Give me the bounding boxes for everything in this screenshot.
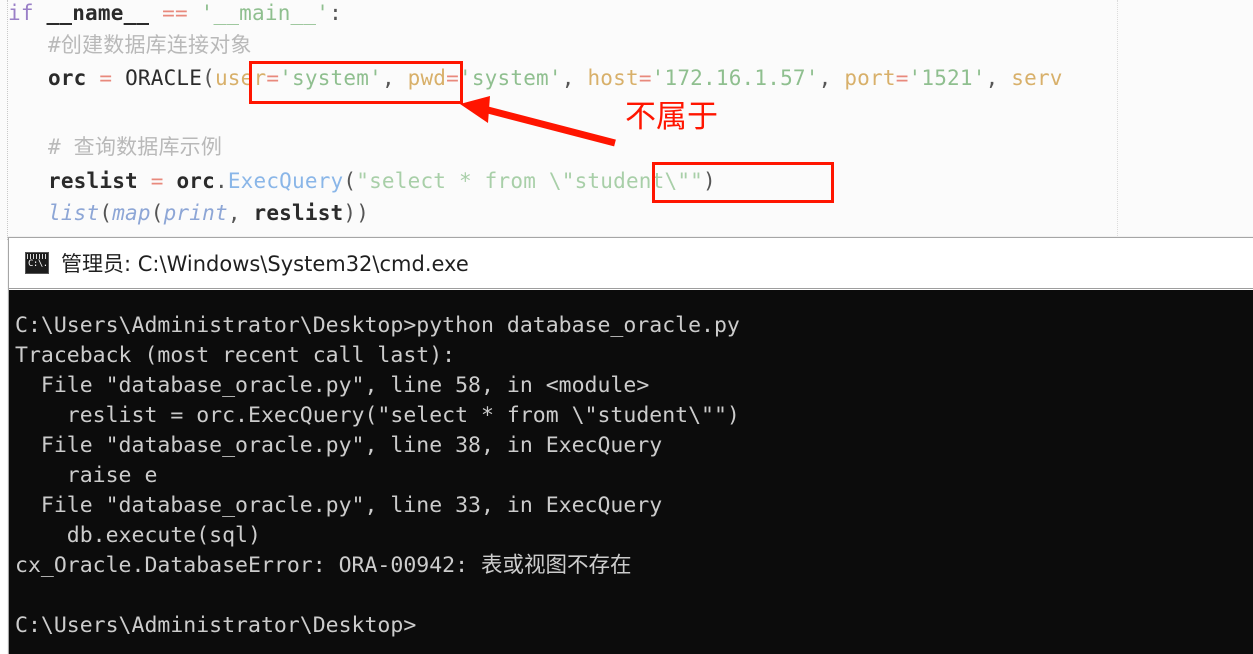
code-token: __name__	[46, 1, 150, 25]
code-token: reslist	[48, 169, 138, 193]
code-token: =	[446, 66, 459, 90]
code-token: ,	[227, 201, 254, 225]
cmd-titlebar[interactable]: 管理员: C:\Windows\System32\cmd.exe	[9, 238, 1253, 289]
code-token: serv	[1011, 66, 1063, 90]
code-token: ORACLE	[125, 66, 203, 90]
code-token: port	[844, 66, 896, 90]
code-token: ,	[561, 66, 588, 90]
code-token: #创建数据库连接对象	[48, 33, 252, 57]
code-token: print	[163, 201, 228, 225]
code-token: reslist	[253, 201, 344, 225]
line-if: if __name__ == '__main__':	[0, 0, 342, 29]
code-token: 'system'	[279, 66, 382, 90]
annotation-label-buzhuyu: 不属于	[625, 99, 718, 135]
line-comment-1: #创建数据库连接对象	[0, 29, 252, 61]
code-token: if	[8, 1, 47, 25]
cmd-window[interactable]: 管理员: C:\Windows\System32\cmd.exe C:\User…	[8, 237, 1253, 654]
code-token: =	[638, 66, 652, 90]
code-token: ,	[381, 66, 408, 90]
cmd-window-title: 管理员: C:\Windows\System32\cmd.exe	[61, 252, 469, 276]
line-comment-2: # 查询数据库示例	[0, 131, 222, 163]
code-token: # 查询数据库示例	[48, 135, 223, 159]
cmd-console-area[interactable]: C:\Users\Administrator\Desktop>python da…	[9, 290, 1253, 654]
indent-guide	[1117, 0, 1118, 240]
code-token: ))	[343, 201, 370, 225]
code-token: =	[266, 66, 280, 90]
code-token: list	[48, 201, 100, 225]
cmd-console-icon	[25, 252, 49, 274]
code-token: 'system'	[459, 66, 562, 90]
code-token: ,	[818, 66, 845, 90]
code-token: :	[329, 1, 342, 25]
code-token: (	[150, 201, 164, 225]
code-token: '172.16.1.57'	[651, 66, 819, 90]
code-token: '1521'	[908, 66, 986, 90]
code-token: ==	[149, 1, 201, 25]
code-token: host	[587, 66, 639, 90]
code-token: orc	[48, 66, 87, 90]
console-output-text: C:\Users\Administrator\Desktop>python da…	[15, 313, 740, 638]
code-token: (	[99, 201, 113, 225]
code-token: map	[112, 201, 151, 225]
code-token: (	[343, 169, 357, 193]
code-token: orc	[176, 169, 215, 193]
code-token: =	[137, 169, 177, 193]
code-token: )	[703, 169, 716, 193]
code-token: .	[214, 169, 228, 193]
code-token: pwd	[407, 66, 447, 90]
code-token: =	[86, 66, 126, 90]
line-list-map: list(map(print, reslist))	[0, 197, 369, 229]
code-token: (	[202, 66, 215, 90]
code-token: '__main__'	[200, 1, 330, 25]
code-token: ,	[985, 66, 1012, 90]
code-token: ExecQuery	[227, 169, 344, 193]
line-orc: orc = ORACLE(user='system', pwd='system'…	[0, 62, 1063, 94]
code-token: =	[895, 66, 909, 90]
line-reslist: reslist = orc.ExecQuery("select * from \…	[0, 165, 716, 197]
code-token: "select * from \"student\""	[356, 169, 704, 193]
code-token: user	[214, 66, 267, 90]
